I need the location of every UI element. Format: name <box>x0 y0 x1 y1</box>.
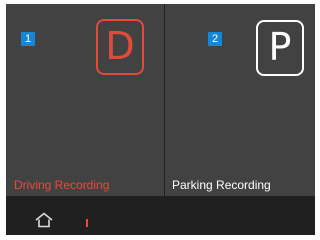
home-icon[interactable] <box>34 212 54 228</box>
parking-recording-panel[interactable]: 2 P Parking Recording <box>165 4 315 196</box>
mode-number-badge: 2 <box>208 32 222 46</box>
parking-mode-icon: P <box>256 20 304 76</box>
driving-recording-label: Driving Recording <box>14 178 110 192</box>
parking-recording-label: Parking Recording <box>172 178 271 192</box>
driving-recording-panel[interactable]: 1 D Driving Recording <box>6 4 164 196</box>
dashcam-screen: 1 D Driving Recording 2 P Parking Record… <box>6 4 315 235</box>
mode-number-badge: 1 <box>21 32 35 46</box>
bottom-bar <box>6 196 315 235</box>
driving-mode-icon: D <box>96 19 144 75</box>
mode-panels: 1 D Driving Recording 2 P Parking Record… <box>6 4 315 196</box>
cursor-marker <box>86 219 88 227</box>
home-icon-shape <box>35 212 53 228</box>
